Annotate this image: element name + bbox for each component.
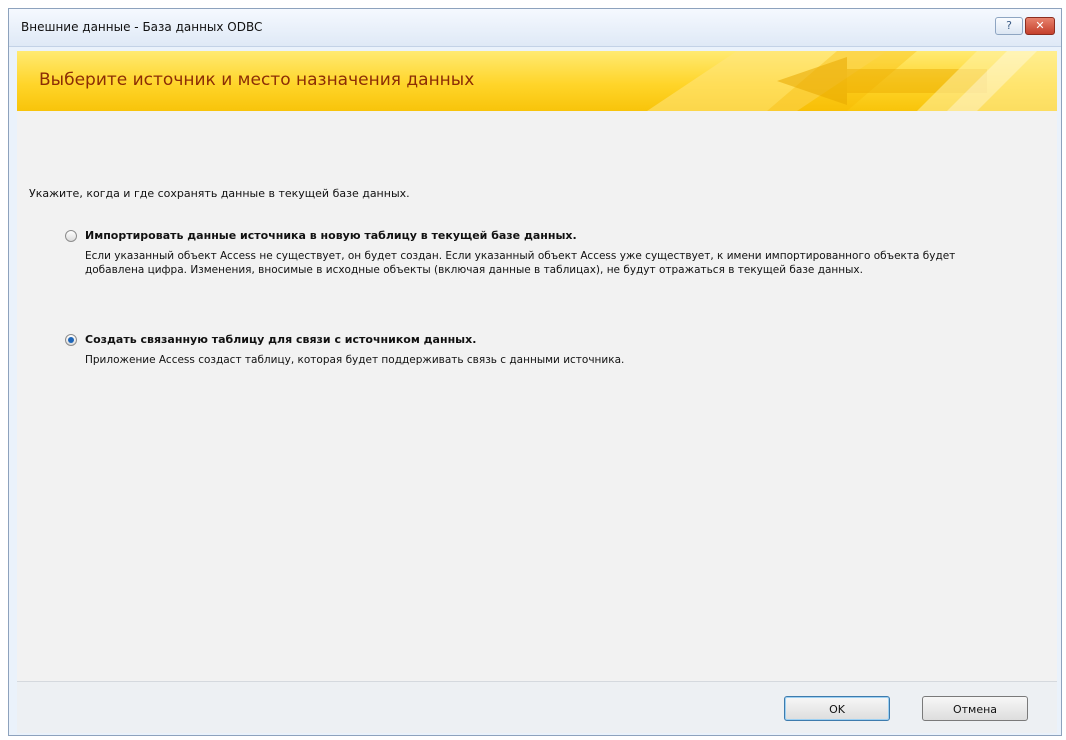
link-option-description: Приложение Access создаст таблицу, котор… [85,354,625,366]
instruction-text: Укажите, когда и где сохранять данные в … [29,187,410,200]
import-radio[interactable] [65,230,77,242]
button-bar: OK Отмена [17,681,1057,733]
link-option-label[interactable]: Создать связанную таблицу для связи с ис… [85,333,476,346]
ok-button[interactable]: OK [784,696,890,721]
dialog-content: Укажите, когда и где сохранять данные в … [17,111,1057,681]
radio-selected-dot [68,337,74,343]
import-option-description: Если указанный объект Access не существу… [85,250,956,276]
dialog-window: Внешние данные - База данных ODBC ? ✕ Вы… [8,8,1062,736]
cancel-button[interactable]: Отмена [922,696,1028,721]
help-icon: ? [1006,19,1012,32]
banner-heading: Выберите источник и место назначения дан… [39,70,475,90]
header-banner: Выберите источник и место назначения дан… [17,51,1057,111]
close-button[interactable]: ✕ [1025,17,1055,35]
window-title: Внешние данные - База данных ODBC [21,20,263,34]
help-button[interactable]: ? [995,17,1023,35]
close-icon: ✕ [1035,19,1045,32]
title-bar[interactable]: Внешние данные - База данных ODBC ? ✕ [9,9,1061,47]
import-option-label[interactable]: Импортировать данные источника в новую т… [85,229,577,242]
link-radio[interactable] [65,334,77,346]
